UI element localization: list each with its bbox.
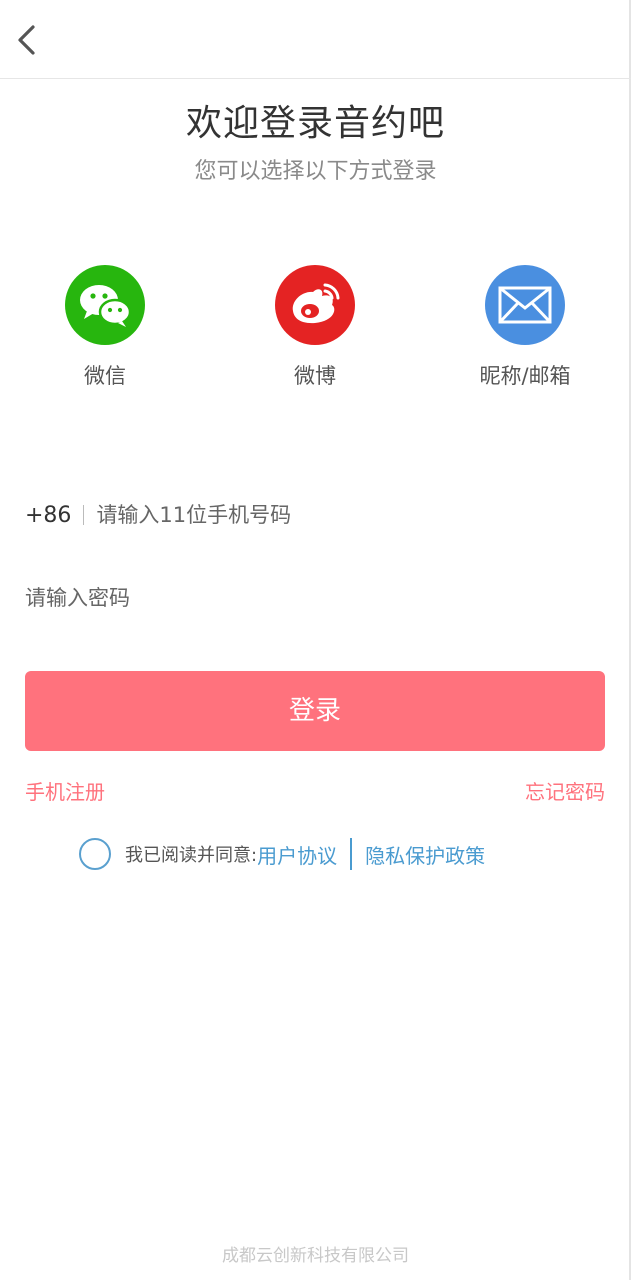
divider: [350, 838, 353, 870]
wechat-label: 微信: [84, 364, 126, 388]
mail-icon: [485, 265, 565, 345]
email-login-button[interactable]: 昵称/邮箱: [445, 265, 605, 390]
email-label: 昵称/邮箱: [479, 364, 571, 388]
chevron-left-icon: [18, 25, 35, 55]
weibo-label: 微博: [294, 364, 336, 388]
country-code[interactable]: +86: [25, 503, 71, 528]
agree-radio[interactable]: [79, 838, 111, 870]
user-agreement-link[interactable]: 用户协议: [257, 840, 337, 869]
divider: [83, 505, 85, 525]
company-footer: 成都云创新科技有限公司: [222, 1246, 409, 1266]
agreement-row: 我已阅读并同意: 用户协议 隐私保护政策: [79, 836, 485, 872]
password-input-row: [25, 578, 605, 618]
back-button[interactable]: [8, 18, 48, 62]
wechat-icon: [65, 265, 145, 345]
forgot-password-link[interactable]: 忘记密码: [525, 776, 605, 805]
agreement-prefix: 我已阅读并同意:: [125, 845, 258, 866]
privacy-policy-link[interactable]: 隐私保护政策: [365, 840, 485, 869]
phone-input[interactable]: [96, 503, 577, 527]
wechat-login-button[interactable]: 微信: [25, 265, 185, 390]
weibo-login-button[interactable]: 微博: [235, 265, 395, 390]
top-bar: [0, 0, 631, 79]
phone-input-row: +86: [25, 495, 605, 535]
phone-register-link[interactable]: 手机注册: [25, 776, 105, 805]
page-title: 欢迎登录音约吧: [185, 103, 445, 144]
page-subtitle: 您可以选择以下方式登录: [194, 159, 437, 184]
password-input[interactable]: [25, 586, 585, 610]
login-button[interactable]: 登录: [25, 671, 605, 751]
weibo-icon: [275, 265, 355, 345]
